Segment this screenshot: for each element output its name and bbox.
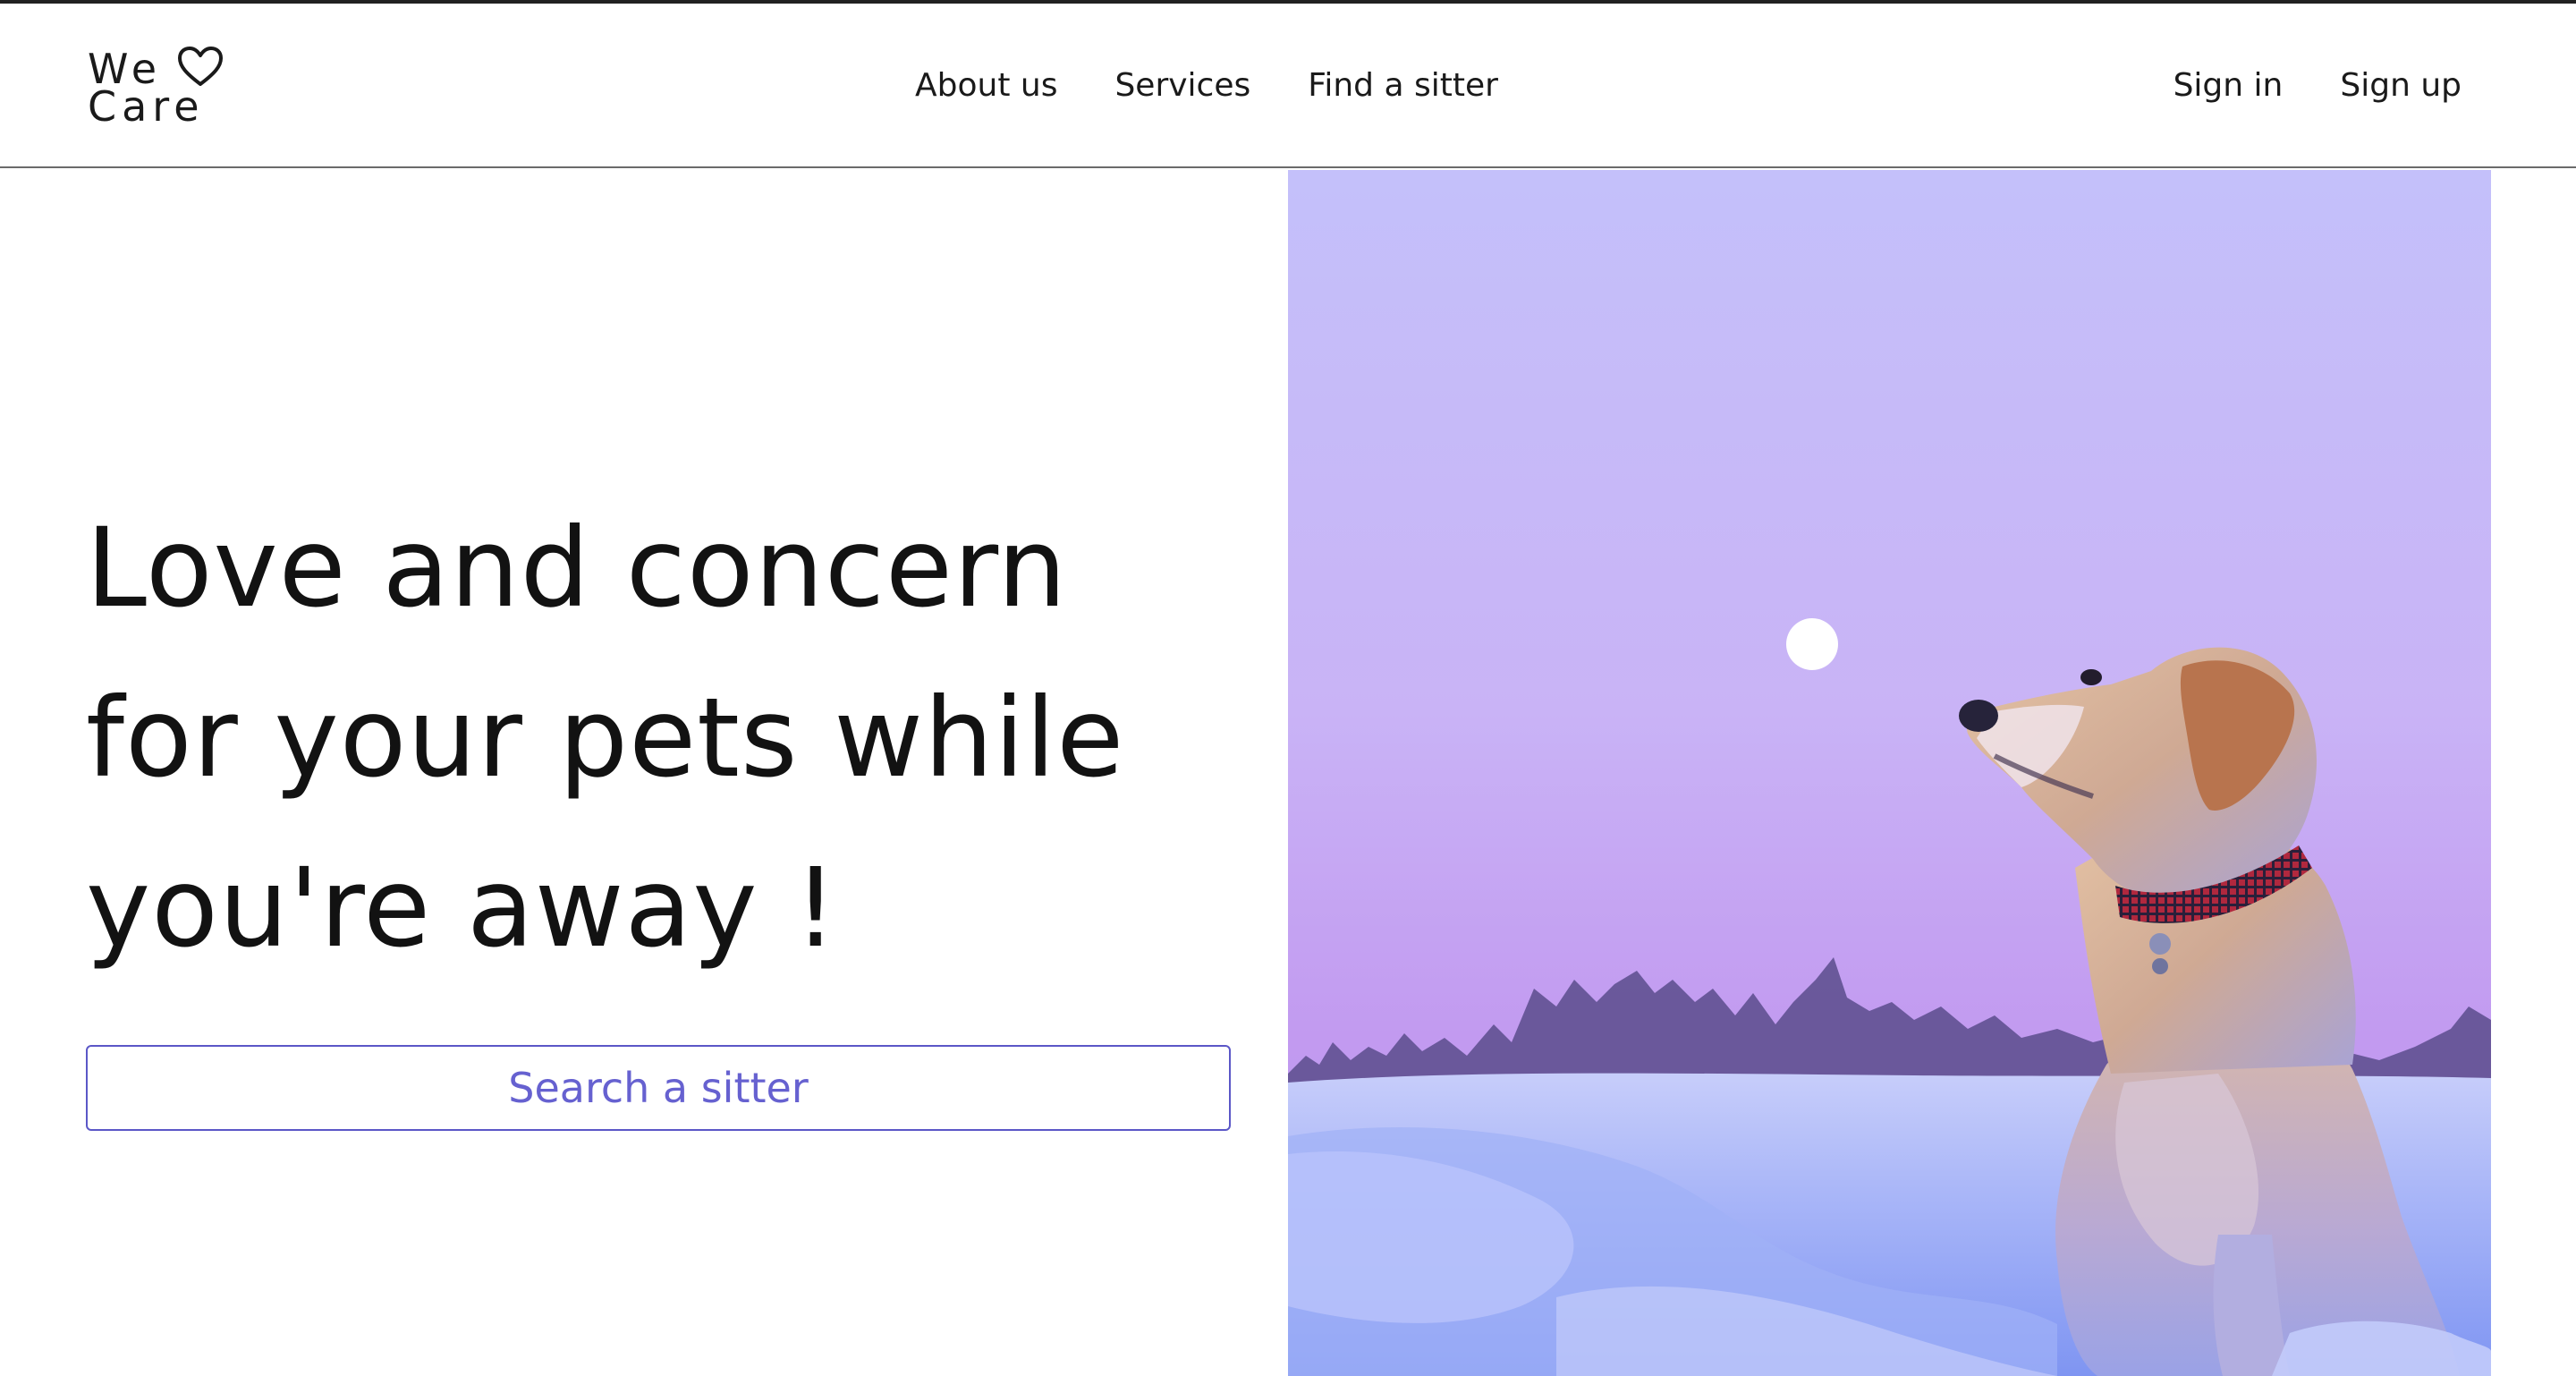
hero-title: Love and concern for your pets while you… — [86, 483, 1284, 993]
search-sitter-button[interactable]: Search a sitter — [86, 1045, 1231, 1131]
navbar: We Care About us Services Find a sitter … — [0, 4, 2576, 168]
hero-title-line-1: Love and concern — [86, 505, 1068, 632]
dog-eye — [2080, 669, 2102, 685]
moon — [1786, 618, 1838, 670]
sign-in-link[interactable]: Sign in — [2174, 66, 2284, 106]
main-nav: About us Services Find a sitter — [915, 66, 1498, 106]
logo-text-care: Care — [88, 82, 205, 131]
nav-link-services[interactable]: Services — [1114, 66, 1250, 106]
nav-link-find-a-sitter[interactable]: Find a sitter — [1308, 66, 1498, 106]
hero-title-line-3: you're away ! — [86, 845, 839, 972]
logo[interactable]: We Care — [88, 45, 240, 134]
heart-icon — [178, 47, 223, 86]
nav-link-about-us[interactable]: About us — [915, 66, 1057, 106]
dog-in-snow-illustration — [1288, 170, 2491, 1376]
auth-nav: Sign in Sign up — [2174, 66, 2462, 106]
dog-nose — [1959, 700, 1998, 732]
hero-title-line-2: for your pets while — [86, 675, 1125, 802]
page: We Care About us Services Find a sitter … — [0, 0, 2576, 1376]
dog-tag — [2149, 933, 2171, 955]
hero-image — [1288, 170, 2491, 1376]
sign-up-link[interactable]: Sign up — [2340, 66, 2462, 106]
